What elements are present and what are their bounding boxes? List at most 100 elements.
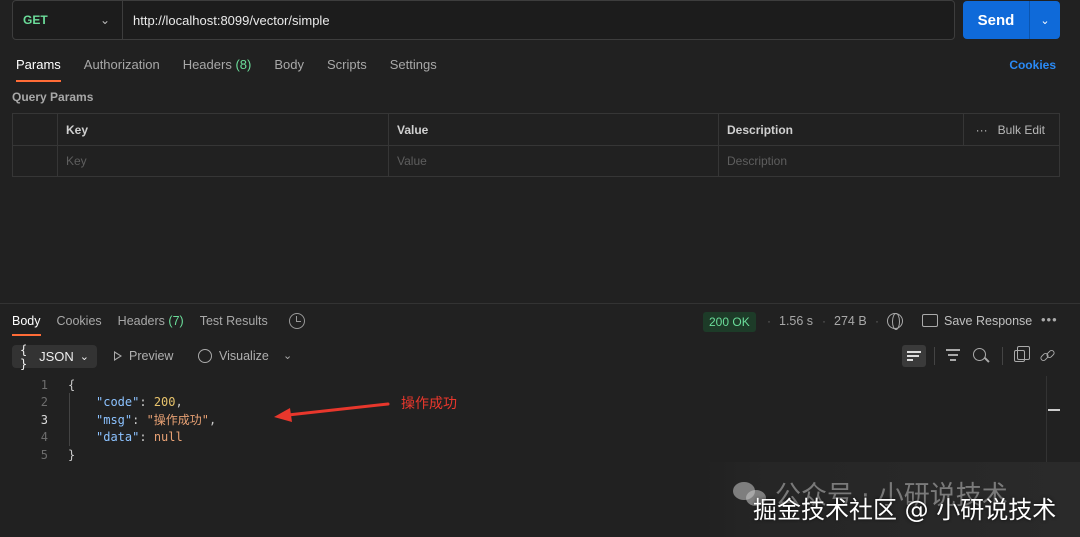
chevron-down-icon: ⌄ xyxy=(99,13,110,27)
watermark-line-2: 掘金技术社区 @ 小研说技术 xyxy=(753,496,1057,524)
request-tabs: Params Authorization Headers (8) Body Sc… xyxy=(16,57,460,82)
tab-scripts[interactable]: Scripts xyxy=(327,57,367,82)
save-response-button[interactable]: Save Response xyxy=(944,314,1032,328)
tab-body[interactable]: Body xyxy=(274,57,304,82)
response-headers-count: (7) xyxy=(168,314,184,328)
line-number: 2 xyxy=(40,395,48,410)
url-input[interactable]: http://localhost:8099/vector/simple xyxy=(123,13,330,28)
more-icon: ··· xyxy=(975,122,988,137)
separator-dot: · xyxy=(822,314,826,328)
visualize-label: Visualize xyxy=(219,349,269,363)
json-key: "data" xyxy=(96,430,140,445)
link-icon[interactable] xyxy=(1039,348,1056,363)
visualize-button[interactable]: Visualize xyxy=(198,349,269,363)
wrap-line xyxy=(907,359,913,361)
chevron-down-icon: ⌄ xyxy=(79,351,89,363)
code-text: "msg": "操作成功", xyxy=(96,413,217,428)
method-select[interactable]: GET ⌄ xyxy=(13,1,123,39)
save-response-icon[interactable] xyxy=(922,314,938,327)
tab-test-results[interactable]: Test Results xyxy=(200,314,268,336)
wrap-line xyxy=(907,351,921,353)
code-text: { xyxy=(68,377,76,392)
preview-button[interactable]: Preview xyxy=(114,349,173,363)
format-label: JSON xyxy=(39,349,74,364)
chevron-down-icon[interactable]: ⌄ xyxy=(1030,14,1060,27)
query-params-title: Query Params xyxy=(12,90,94,104)
tab-response-cookies[interactable]: Cookies xyxy=(57,314,102,336)
key-input[interactable]: Key xyxy=(57,145,388,177)
code-text: } xyxy=(68,447,76,462)
json-number: 200 xyxy=(153,395,176,410)
chevron-down-icon[interactable]: ⌄ xyxy=(283,349,292,362)
line-number: 1 xyxy=(40,377,48,392)
send-button[interactable]: Send ⌄ xyxy=(963,1,1060,39)
toolbar-separator xyxy=(1002,347,1003,365)
json-null: null xyxy=(153,430,183,445)
filter-line xyxy=(950,359,956,361)
more-icon[interactable]: ••• xyxy=(1041,312,1058,327)
bulk-edit-button[interactable]: ··· Bulk Edit xyxy=(976,114,1059,145)
indent-guide xyxy=(69,393,70,446)
params-header-row: Key Value Description ··· Bulk Edit xyxy=(13,114,1059,146)
tab-headers[interactable]: Headers (8) xyxy=(183,57,252,82)
wrap-lines-button[interactable] xyxy=(902,345,926,367)
description-input[interactable]: Description xyxy=(718,145,1059,177)
cookies-link[interactable]: Cookies xyxy=(1009,58,1056,72)
pane-divider[interactable] xyxy=(0,303,1080,304)
tab-headers-label: Headers xyxy=(182,57,232,72)
url-bar[interactable]: GET ⌄ http://localhost:8099/vector/simpl… xyxy=(12,0,955,40)
bulk-edit-label: Bulk Edit xyxy=(997,122,1045,137)
line-number: 3 xyxy=(40,412,48,427)
column-key: Key xyxy=(57,114,388,145)
visualize-icon xyxy=(198,349,212,363)
value-input[interactable]: Value xyxy=(388,145,718,177)
globe-icon[interactable] xyxy=(887,313,903,330)
json-key: "code" xyxy=(96,395,140,410)
filter-icon[interactable] xyxy=(946,349,960,361)
json-string: "操作成功" xyxy=(146,413,210,428)
tab-response-body[interactable]: Body xyxy=(12,314,41,336)
play-icon xyxy=(114,351,122,361)
wrap-line xyxy=(907,355,919,357)
code-line: 1 { xyxy=(0,376,1045,394)
column-description: Description xyxy=(718,114,963,145)
code-line: 2 "code": 200, xyxy=(0,394,1045,412)
headers-count: (8) xyxy=(235,57,252,72)
scroll-position-marker xyxy=(1048,409,1060,411)
copy-icon[interactable] xyxy=(1014,346,1030,362)
code-line: 3 "msg": "操作成功", xyxy=(0,411,1045,429)
code-line: 5 } xyxy=(0,446,1045,464)
send-label: Send xyxy=(977,11,1015,29)
search-icon[interactable] xyxy=(973,348,986,361)
status-badge[interactable]: 200 OK xyxy=(703,312,756,332)
response-tabs: Body Cookies Headers (7) Test Results xyxy=(12,314,284,336)
line-number: 5 xyxy=(40,447,48,462)
history-icon[interactable] xyxy=(289,313,305,329)
response-size[interactable]: 274 B xyxy=(834,314,867,328)
filter-line xyxy=(946,349,960,351)
method-label: GET xyxy=(23,13,48,27)
tab-response-headers[interactable]: Headers (7) xyxy=(118,314,184,336)
params-empty-row: Key Value Description xyxy=(13,145,1059,177)
params-table: Key Value Description ··· Bulk Edit Key … xyxy=(12,113,1060,177)
column-value: Value xyxy=(388,114,718,145)
annotation-arrow xyxy=(274,402,390,422)
preview-label: Preview xyxy=(129,349,174,363)
braces-icon: { } xyxy=(20,342,28,371)
response-time[interactable]: 1.56 s xyxy=(779,314,813,328)
code-text: "code": 200, xyxy=(96,395,183,410)
line-number: 4 xyxy=(40,430,48,445)
tab-params[interactable]: Params xyxy=(16,57,61,82)
annotation-text: 操作成功 xyxy=(401,396,457,412)
separator-dot: · xyxy=(875,314,879,328)
json-key: "msg" xyxy=(96,413,133,428)
filter-line xyxy=(948,354,958,356)
format-select[interactable]: { } JSON ⌄ xyxy=(12,342,97,371)
toolbar-separator xyxy=(934,347,935,365)
bulk-edit-cell: ··· Bulk Edit xyxy=(963,114,1059,145)
tab-response-headers-label: Headers xyxy=(117,314,165,328)
tab-authorization[interactable]: Authorization xyxy=(84,57,160,82)
separator-dot: · xyxy=(767,314,771,328)
tab-settings[interactable]: Settings xyxy=(390,57,437,82)
code-line: 4 "data": null xyxy=(0,429,1045,447)
